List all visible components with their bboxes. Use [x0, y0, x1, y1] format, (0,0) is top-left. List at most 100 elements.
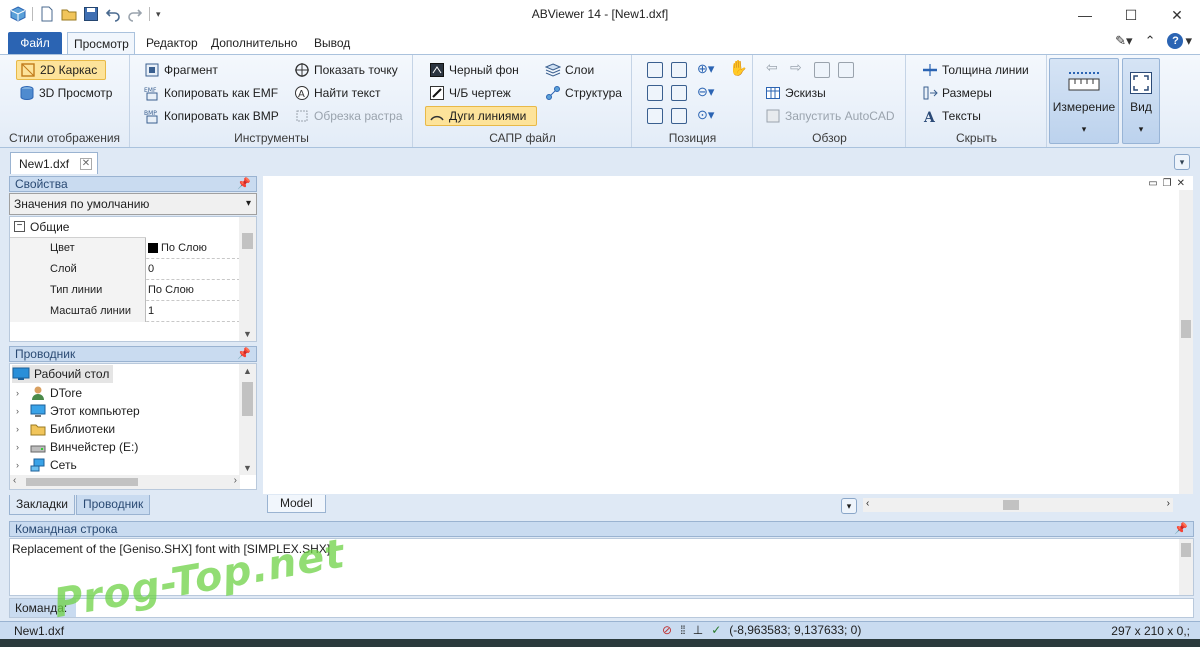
- style-brush-icon[interactable]: ✎▾: [1115, 33, 1132, 49]
- show-point-button[interactable]: Показать точку: [291, 60, 401, 80]
- layout-list-dropdown-icon[interactable]: ▾: [841, 498, 857, 514]
- scroll-thumb[interactable]: [242, 382, 253, 416]
- review-export-icon[interactable]: [814, 62, 830, 78]
- properties-defaults-select[interactable]: Значения по умолчанию ▾: [9, 193, 257, 215]
- fit-to-window-icon[interactable]: [647, 62, 663, 78]
- zoom-extents-icon[interactable]: [647, 85, 663, 101]
- texts-button[interactable]: A Тексты: [919, 106, 984, 126]
- scroll-left-icon[interactable]: ‹: [13, 475, 16, 486]
- launch-autocad-button[interactable]: Запустить AutoCAD: [762, 106, 898, 126]
- canvas-vertical-scrollbar[interactable]: [1179, 190, 1193, 494]
- tree-item[interactable]: › DTore: [16, 384, 82, 402]
- zoom-in-icon[interactable]: ⊕▾: [697, 61, 714, 77]
- pin-icon[interactable]: 📌: [1174, 522, 1188, 536]
- dimensions-button[interactable]: Размеры: [919, 83, 995, 103]
- property-section-row[interactable]: − Общие: [10, 217, 146, 238]
- scroll-right-icon[interactable]: ›: [1167, 498, 1170, 509]
- scroll-thumb[interactable]: [26, 478, 138, 486]
- expand-chevron-icon[interactable]: ›: [16, 424, 26, 434]
- zoom-previous-icon[interactable]: [671, 108, 687, 124]
- scroll-thumb[interactable]: [242, 233, 253, 249]
- tree-item[interactable]: › Этот компьютер: [16, 402, 140, 420]
- black-background-button[interactable]: Черный фон: [426, 60, 522, 80]
- zoom-out-icon[interactable]: ⊖▾: [697, 84, 714, 100]
- tab-bookmarks[interactable]: Закладки: [9, 495, 75, 515]
- help-icon[interactable]: ? ▾: [1167, 33, 1192, 49]
- tab-view[interactable]: Просмотр: [67, 32, 135, 54]
- document-list-dropdown-icon[interactable]: ▾: [1174, 154, 1190, 170]
- scroll-thumb[interactable]: [1181, 320, 1191, 338]
- scroll-up-icon[interactable]: ▲: [239, 364, 256, 378]
- tab-explorer[interactable]: Проводник: [76, 495, 151, 515]
- tree-item[interactable]: › Винчейстер (E:): [16, 438, 138, 456]
- collapse-minus-icon[interactable]: −: [14, 221, 25, 232]
- close-button[interactable]: ✕: [1154, 0, 1200, 30]
- view-button[interactable]: Вид ▾: [1122, 58, 1160, 144]
- pin-icon[interactable]: 📌: [237, 347, 251, 361]
- property-row-linescale[interactable]: Масштаб линии 1: [10, 301, 240, 322]
- property-row-linetype[interactable]: Тип линии По Слою: [10, 280, 240, 301]
- tab-model[interactable]: Model: [267, 495, 326, 513]
- grid-icon[interactable]: ⁞⁞: [680, 623, 686, 637]
- wireframe-2d-button[interactable]: 2D Каркас: [16, 60, 106, 80]
- close-tab-icon[interactable]: ✕: [80, 157, 92, 170]
- scroll-left-icon[interactable]: ‹: [866, 498, 869, 509]
- back-arrow-icon[interactable]: ⇦: [766, 59, 778, 76]
- tree-item[interactable]: › Сеть: [16, 456, 77, 474]
- forward-arrow-icon[interactable]: ⇨: [790, 59, 802, 76]
- canvas-restore-icon[interactable]: ❐: [1163, 178, 1172, 189]
- document-tab[interactable]: New1.dxf ✕: [10, 152, 98, 174]
- tree-item[interactable]: › Библиотеки: [16, 420, 115, 438]
- zoom-all-icon[interactable]: [671, 85, 687, 101]
- sketches-button[interactable]: Эскизы: [762, 83, 829, 103]
- fragment-button[interactable]: Фрагмент: [141, 60, 221, 80]
- snap-magnet-icon[interactable]: ⊘: [662, 623, 672, 637]
- zoom-window-icon[interactable]: [671, 62, 687, 78]
- explorer-vertical-scrollbar[interactable]: ▲ ▼: [239, 364, 256, 475]
- property-row-color[interactable]: Цвет По Слою: [10, 238, 240, 259]
- view-3d-button[interactable]: 3D Просмотр: [16, 83, 115, 103]
- bw-drawing-button[interactable]: Ч/Б чертеж: [426, 83, 514, 103]
- canvas-close-icon[interactable]: ✕: [1177, 178, 1185, 189]
- pin-icon[interactable]: 📌: [237, 177, 251, 191]
- find-text-button[interactable]: A Найти текст: [291, 83, 384, 103]
- layers-button[interactable]: Слои: [542, 60, 597, 80]
- tab-output[interactable]: Вывод: [308, 32, 356, 54]
- expand-chevron-icon[interactable]: ›: [16, 406, 26, 416]
- scroll-right-icon[interactable]: ›: [234, 475, 237, 486]
- expand-chevron-icon[interactable]: ›: [16, 442, 26, 452]
- maximize-button[interactable]: ☐: [1108, 0, 1154, 30]
- minimize-button[interactable]: —: [1062, 0, 1108, 30]
- expand-chevron-icon[interactable]: ›: [16, 388, 26, 398]
- zoom-realtime-icon[interactable]: ⊙▾: [697, 107, 714, 123]
- collapse-ribbon-icon[interactable]: ⌃: [1145, 33, 1156, 49]
- explorer-horizontal-scrollbar[interactable]: ‹ ›: [10, 475, 240, 489]
- property-row-layer[interactable]: Слой 0: [10, 259, 240, 280]
- review-import-icon[interactable]: [838, 62, 854, 78]
- expand-chevron-icon[interactable]: ›: [16, 460, 26, 470]
- scroll-down-icon[interactable]: ▼: [239, 327, 256, 341]
- arcs-as-lines-button[interactable]: Дуги линиями: [425, 106, 537, 126]
- pan-hand-icon[interactable]: ✋: [729, 59, 748, 77]
- structure-button[interactable]: Структура: [542, 83, 625, 103]
- polar-tracking-icon[interactable]: ✓: [711, 623, 721, 637]
- copy-emf-button[interactable]: EMF Копировать как EMF: [141, 83, 281, 103]
- tab-advanced[interactable]: Дополнительно: [205, 32, 303, 54]
- drawing-canvas[interactable]: ▭ ❐ ✕: [263, 176, 1193, 494]
- crop-raster-button[interactable]: Обрезка растра: [291, 106, 406, 126]
- tab-editor[interactable]: Редактор: [140, 32, 204, 54]
- command-history-scrollbar[interactable]: [1179, 539, 1193, 595]
- properties-scrollbar[interactable]: ▼: [239, 217, 256, 341]
- scroll-down-icon[interactable]: ▼: [239, 461, 256, 475]
- scroll-thumb[interactable]: [1003, 500, 1019, 510]
- line-width-button[interactable]: Толщина линии: [919, 60, 1032, 80]
- tab-file[interactable]: Файл: [8, 32, 62, 54]
- ortho-icon[interactable]: ⊥: [693, 623, 703, 637]
- canvas-minimize-icon[interactable]: ▭: [1148, 178, 1157, 189]
- canvas-horizontal-scrollbar[interactable]: ‹ ›: [863, 498, 1173, 512]
- copy-bmp-button[interactable]: BMP Копировать как BMP: [141, 106, 282, 126]
- tree-item-desktop[interactable]: Рабочий стол: [12, 365, 114, 383]
- command-input[interactable]: Команда:: [9, 598, 1194, 618]
- scroll-thumb[interactable]: [1181, 543, 1191, 557]
- measure-button[interactable]: Измерение ▾: [1049, 58, 1119, 144]
